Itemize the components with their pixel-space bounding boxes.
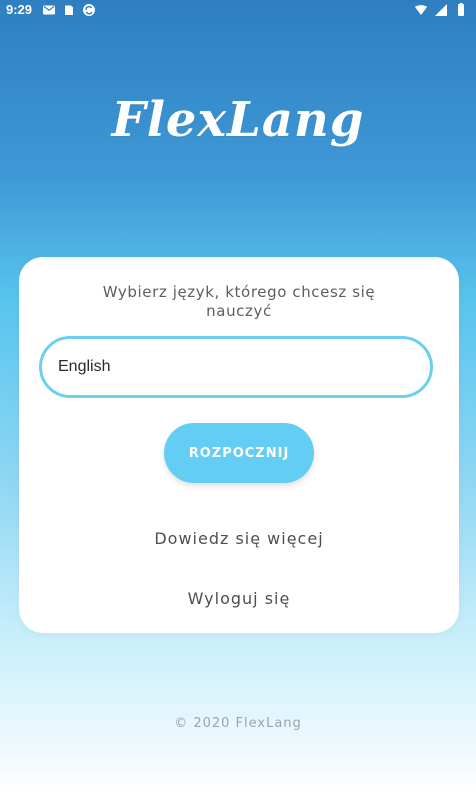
status-time: 9:29 xyxy=(6,2,33,17)
learn-more-link[interactable]: Dowiedz się więcej xyxy=(19,529,459,548)
sync-icon xyxy=(82,3,96,17)
start-button[interactable]: ROZPOCZNIJ xyxy=(164,423,314,483)
battery-icon xyxy=(454,3,468,17)
language-card: Wybierz język, którego chcesz się nauczy… xyxy=(19,257,459,633)
status-bar: 9:29 xyxy=(0,0,476,20)
status-right-icons xyxy=(414,3,468,17)
app-logo: FlexLang xyxy=(111,92,365,148)
signal-icon xyxy=(434,3,448,17)
language-input-value: English xyxy=(58,358,111,375)
start-button-label: ROZPOCZNIJ xyxy=(188,445,290,461)
gmail-icon xyxy=(42,3,56,17)
card-title: Wybierz język, którego chcesz się nauczy… xyxy=(102,283,376,320)
status-left-icons xyxy=(42,3,96,17)
wifi-icon xyxy=(414,3,428,17)
sim-card-icon xyxy=(62,3,76,17)
language-input[interactable]: English xyxy=(39,336,433,398)
logout-link[interactable]: Wyloguj się xyxy=(19,589,459,608)
copyright-footer: © 2020 FlexLang xyxy=(174,716,302,731)
